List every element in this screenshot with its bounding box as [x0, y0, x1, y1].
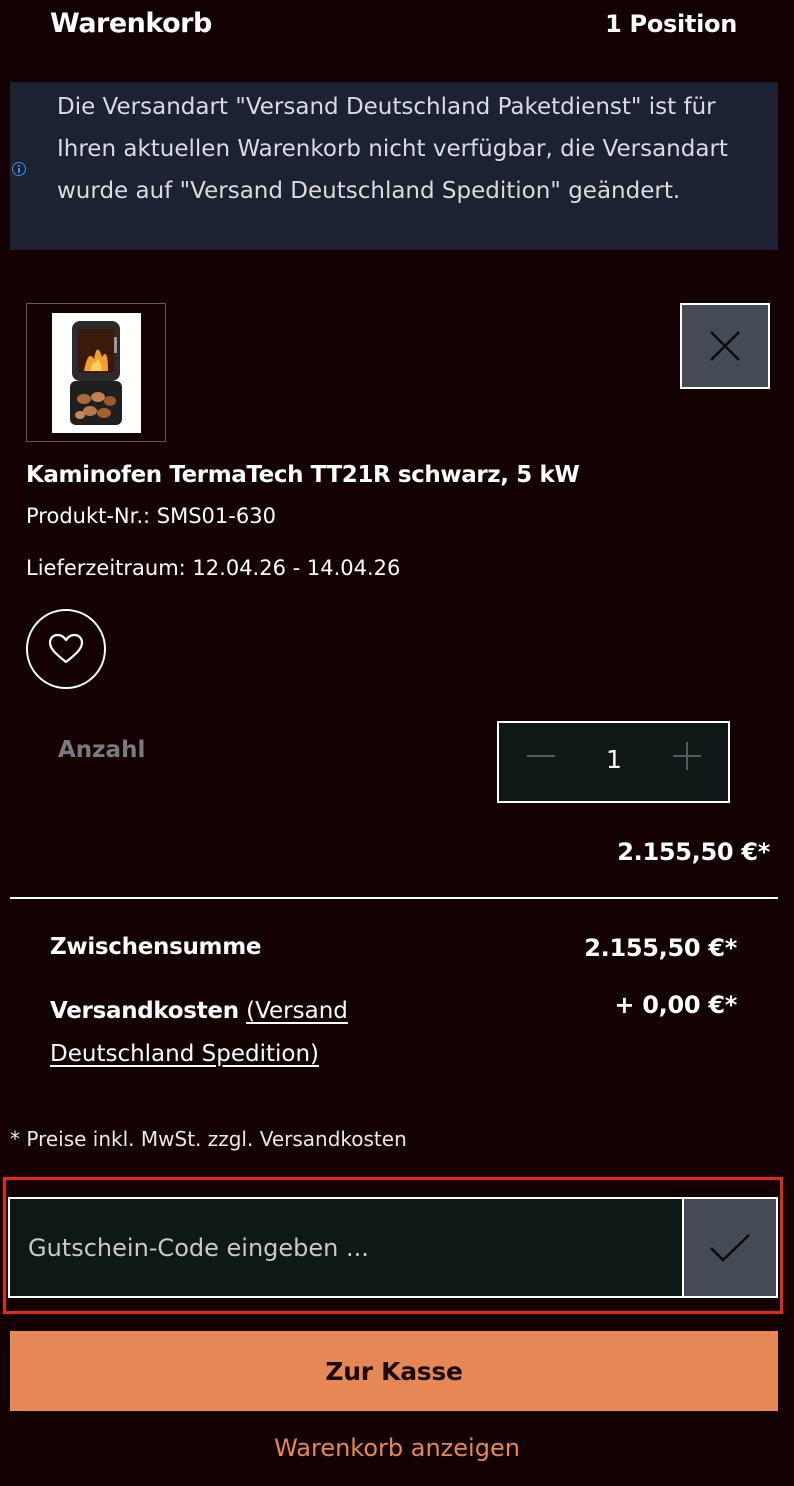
- heart-icon: [48, 633, 84, 664]
- view-cart-link[interactable]: Warenkorb anzeigen: [0, 1434, 794, 1462]
- subtotal-label: Zwischensumme: [50, 934, 262, 960]
- shipping-cost-label: Versandkosten: [50, 998, 239, 1024]
- checkout-button[interactable]: Zur Kasse: [10, 1331, 778, 1411]
- product-image: [52, 313, 141, 433]
- price-footnote: * Preise inkl. MwSt. zzgl. Versandkosten: [10, 1127, 407, 1151]
- remove-item-button[interactable]: [680, 303, 770, 389]
- info-icon: [12, 162, 26, 176]
- check-icon: [710, 1233, 750, 1262]
- product-thumbnail[interactable]: [26, 303, 166, 442]
- quantity-value[interactable]: 1: [584, 745, 644, 774]
- close-icon: [710, 331, 740, 361]
- wishlist-button[interactable]: [26, 609, 106, 689]
- quantity-decrease-button[interactable]: [521, 741, 561, 781]
- plus-icon: [673, 742, 701, 770]
- subtotal-value: 2.155,50 €*: [584, 934, 737, 962]
- banner-message: Die Versandart "Versand Deutschland Pake…: [57, 94, 728, 204]
- shipping-cost-row: Versandkosten (Versand Deutschland Spedi…: [50, 990, 410, 1076]
- line-item-price: 2.155,50 €*: [617, 838, 770, 866]
- product-number: Produkt-Nr.: SMS01-630: [26, 504, 276, 528]
- divider: [10, 897, 778, 899]
- quantity-label: Anzahl: [58, 737, 146, 763]
- quantity-increase-button[interactable]: [667, 741, 707, 781]
- cart-item-count: 1 Position: [605, 10, 737, 38]
- product-name[interactable]: Kaminofen TermaTech TT21R schwarz, 5 kW: [26, 462, 580, 488]
- shipping-info-banner: Die Versandart "Versand Deutschland Pake…: [10, 82, 778, 250]
- quantity-stepper: 1: [497, 721, 730, 803]
- cart-title: Warenkorb: [50, 8, 212, 39]
- shipping-cost-value: + 0,00 €*: [614, 991, 737, 1019]
- stove-image-icon: [52, 313, 141, 433]
- voucher-submit-button[interactable]: [682, 1197, 778, 1298]
- minus-icon: [527, 755, 555, 757]
- delivery-period: Lieferzeitraum: 12.04.26 - 14.04.26: [26, 556, 401, 580]
- voucher-code-input[interactable]: [8, 1197, 684, 1298]
